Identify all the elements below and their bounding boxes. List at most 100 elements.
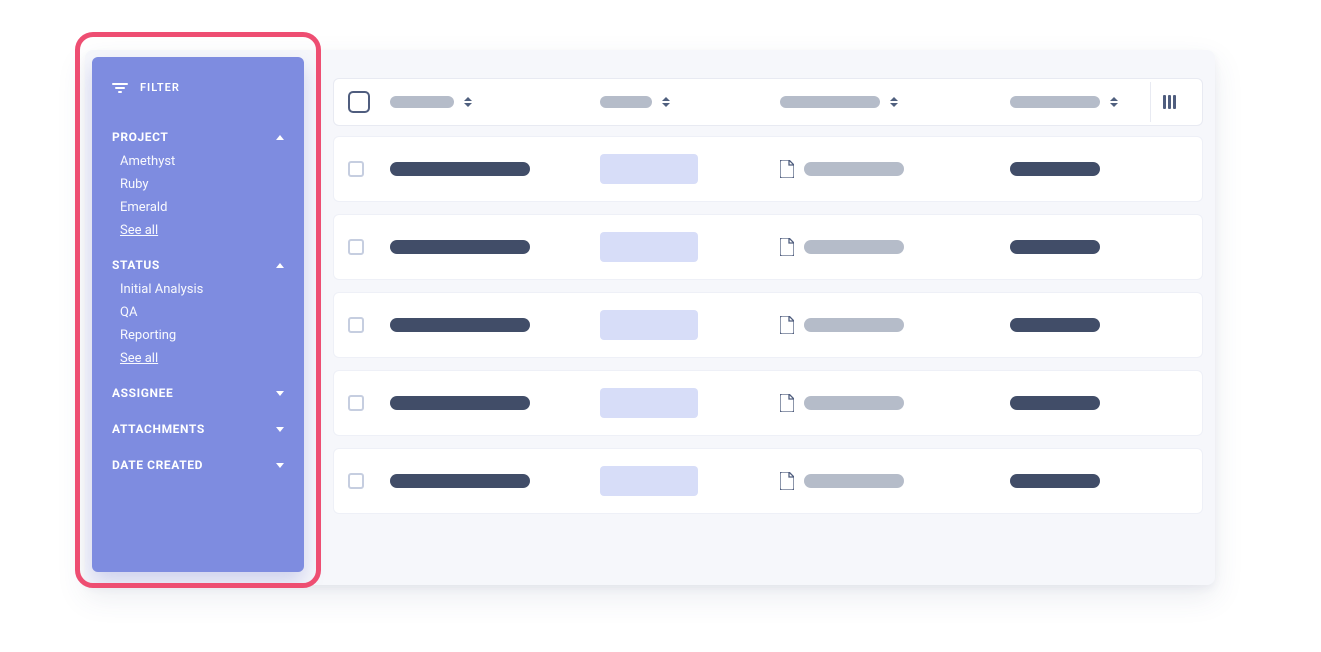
text-placeholder (1010, 474, 1100, 488)
cell-attachment (780, 238, 1010, 256)
text-placeholder (804, 474, 904, 488)
table-row[interactable] (333, 448, 1203, 514)
cell-meta (1010, 318, 1150, 332)
filter-section-head-status[interactable]: STATUS (112, 248, 284, 280)
cell-attachment (780, 394, 1010, 412)
cell-attachment (780, 316, 1010, 334)
filter-item-ruby[interactable]: Ruby (120, 177, 284, 192)
cell-attachment (780, 472, 1010, 490)
table-row[interactable] (333, 136, 1203, 202)
row-checkbox[interactable] (348, 473, 364, 489)
row-checkbox[interactable] (348, 317, 364, 333)
filter-icon (112, 83, 128, 93)
column-header-placeholder (780, 96, 880, 108)
tag-placeholder (600, 310, 698, 340)
filter-section-head-assignee[interactable]: ASSIGNEE (112, 376, 284, 408)
tag-placeholder (600, 154, 698, 184)
table (333, 78, 1203, 526)
filter-item-emerald[interactable]: Emerald (120, 200, 284, 215)
columns-icon (1163, 95, 1176, 109)
filter-section-assignee: ASSIGNEE (112, 376, 284, 408)
text-placeholder (804, 318, 904, 332)
column-header-1[interactable] (390, 96, 600, 108)
text-placeholder (390, 474, 530, 488)
filter-item-amethyst[interactable]: Amethyst (120, 154, 284, 169)
column-settings-button[interactable] (1150, 82, 1188, 122)
column-header-2[interactable] (600, 96, 780, 108)
text-placeholder (390, 240, 530, 254)
table-row[interactable] (333, 214, 1203, 280)
cell-meta (1010, 474, 1150, 488)
table-body (333, 136, 1203, 514)
document-icon (780, 472, 794, 490)
text-placeholder (1010, 318, 1100, 332)
filter-item-qa[interactable]: QA (120, 305, 284, 320)
filter-item-reporting[interactable]: Reporting (120, 328, 284, 343)
sort-icon[interactable] (662, 97, 670, 107)
cell-name (390, 240, 600, 254)
row-checkbox[interactable] (348, 395, 364, 411)
cell-name (390, 474, 600, 488)
filter-section-title: ATTACHMENTS (112, 422, 205, 436)
filter-section-attachments: ATTACHMENTS (112, 412, 284, 444)
column-header-placeholder (390, 96, 454, 108)
filter-section-head-attachments[interactable]: ATTACHMENTS (112, 412, 284, 444)
sort-icon[interactable] (1110, 97, 1118, 107)
text-placeholder (1010, 396, 1100, 410)
cell-tag (600, 310, 780, 340)
text-placeholder (390, 318, 530, 332)
filter-section-head-date-created[interactable]: DATE CREATED (112, 448, 284, 480)
filter-item-initial-analysis[interactable]: Initial Analysis (120, 282, 284, 297)
cell-meta (1010, 162, 1150, 176)
filter-section-title: ASSIGNEE (112, 386, 173, 400)
app-canvas: FILTER PROJECT Amethyst Ruby Emerald See… (85, 50, 1215, 585)
chevron-down-icon (276, 427, 284, 432)
cell-name (390, 318, 600, 332)
chevron-down-icon (276, 391, 284, 396)
text-placeholder (804, 396, 904, 410)
filter-header: FILTER (112, 81, 284, 94)
cell-tag (600, 154, 780, 184)
table-header (333, 78, 1203, 126)
text-placeholder (1010, 162, 1100, 176)
tag-placeholder (600, 388, 698, 418)
table-row[interactable] (333, 370, 1203, 436)
cell-meta (1010, 396, 1150, 410)
tag-placeholder (600, 232, 698, 262)
row-checkbox[interactable] (348, 239, 364, 255)
filter-section-project: PROJECT Amethyst Ruby Emerald See all (112, 120, 284, 238)
column-header-4[interactable] (1010, 96, 1150, 108)
column-header-3[interactable] (780, 96, 1010, 108)
chevron-up-icon (276, 135, 284, 140)
filter-header-label: FILTER (140, 81, 180, 94)
text-placeholder (390, 162, 530, 176)
cell-name (390, 162, 600, 176)
cell-tag (600, 388, 780, 418)
table-row[interactable] (333, 292, 1203, 358)
text-placeholder (804, 162, 904, 176)
text-placeholder (390, 396, 530, 410)
tag-placeholder (600, 466, 698, 496)
cell-attachment (780, 160, 1010, 178)
filter-section-date-created: DATE CREATED (112, 448, 284, 480)
document-icon (780, 238, 794, 256)
cell-tag (600, 466, 780, 496)
cell-name (390, 396, 600, 410)
filter-see-all-project[interactable]: See all (120, 223, 284, 238)
filter-see-all-status[interactable]: See all (120, 351, 284, 366)
row-checkbox[interactable] (348, 161, 364, 177)
filter-panel: FILTER PROJECT Amethyst Ruby Emerald See… (92, 57, 304, 572)
sort-icon[interactable] (464, 97, 472, 107)
text-placeholder (804, 240, 904, 254)
filter-section-title: DATE CREATED (112, 458, 203, 472)
document-icon (780, 160, 794, 178)
document-icon (780, 316, 794, 334)
filter-section-title: PROJECT (112, 130, 168, 144)
cell-meta (1010, 240, 1150, 254)
chevron-down-icon (276, 463, 284, 468)
sort-icon[interactable] (890, 97, 898, 107)
select-all-checkbox[interactable] (348, 91, 370, 113)
filter-section-head-project[interactable]: PROJECT (112, 120, 284, 152)
cell-tag (600, 232, 780, 262)
text-placeholder (1010, 240, 1100, 254)
